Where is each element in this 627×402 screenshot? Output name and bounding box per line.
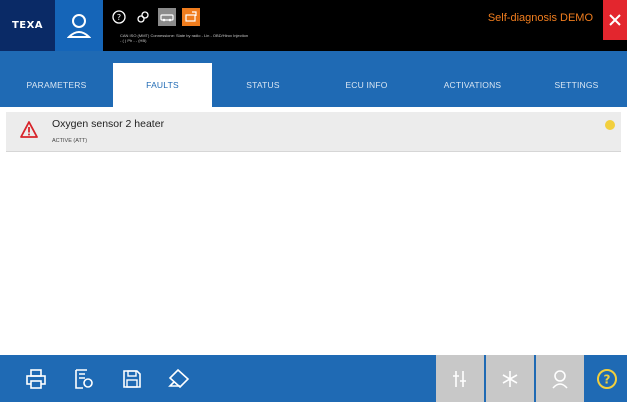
- vehicle-icon[interactable]: [158, 8, 176, 26]
- warning-triangle-icon: [20, 121, 38, 138]
- link-icon[interactable]: [134, 8, 152, 26]
- app-window: TEXA ? CAN ISO (MMT) Connessione: Slate …: [0, 0, 627, 402]
- print-icon: [26, 368, 46, 389]
- close-button[interactable]: [603, 0, 627, 40]
- fault-title: Oxygen sensor 2 heater: [52, 118, 165, 130]
- freeze-frame-button[interactable]: [486, 355, 534, 402]
- tab-status[interactable]: STATUS: [212, 63, 314, 107]
- filter-button[interactable]: [436, 355, 484, 402]
- window-title: Self-diagnosis DEMO: [487, 12, 593, 24]
- erase-button[interactable]: [157, 355, 201, 402]
- bottom-toolbar: ?: [0, 355, 627, 402]
- svg-text:?: ?: [117, 13, 121, 22]
- fault-list-item[interactable]: Oxygen sensor 2 heater ACTIVE (ATT): [6, 112, 621, 152]
- top-bar: TEXA ? CAN ISO (MMT) Connessione: Slate …: [0, 0, 627, 51]
- user-info-button[interactable]: [536, 355, 584, 402]
- user-icon: [552, 369, 568, 389]
- save-button[interactable]: [110, 355, 154, 402]
- close-icon: [609, 14, 621, 26]
- connection-info-line2: - ( ) Ph - - (HB): [120, 38, 147, 43]
- help-circle-icon[interactable]: ?: [110, 8, 128, 26]
- tab-settings[interactable]: SETTINGS: [526, 63, 627, 107]
- filter-icon: [453, 370, 466, 387]
- fault-status: ACTIVE (ATT): [52, 138, 88, 144]
- erase-icon: [168, 368, 190, 388]
- tab-label: STATUS: [246, 80, 280, 90]
- report-button[interactable]: [62, 355, 106, 402]
- print-button[interactable]: [14, 355, 58, 402]
- connection-status-icon[interactable]: [182, 8, 200, 26]
- help-button[interactable]: ?: [586, 355, 627, 402]
- tab-parameters[interactable]: PARAMETERS: [0, 63, 113, 107]
- report-icon: [75, 368, 93, 389]
- user-profile-button[interactable]: [55, 0, 103, 51]
- tab-label: ACTIVATIONS: [443, 80, 502, 90]
- user-icon: [67, 13, 91, 38]
- tab-faults[interactable]: FAULTS: [113, 63, 212, 107]
- fault-indicator: [605, 120, 615, 130]
- logo-text: TEXA: [11, 20, 44, 31]
- save-icon: [123, 369, 141, 388]
- tab-ecu-info[interactable]: ECU INFO: [314, 63, 419, 107]
- top-icons: ?: [110, 8, 200, 26]
- help-icon: ?: [596, 368, 617, 389]
- tab-label: FAULTS: [146, 80, 179, 90]
- tab-label: SETTINGS: [554, 80, 599, 90]
- tab-bar: PARAMETERS FAULTS STATUS ECU INFO ACTIVA…: [0, 51, 627, 107]
- svg-text:?: ?: [603, 372, 610, 386]
- tab-activations[interactable]: ACTIVATIONS: [419, 63, 526, 107]
- texa-logo: TEXA: [0, 0, 55, 51]
- tab-label: ECU INFO: [345, 80, 388, 90]
- connection-info: CAN ISO (MMT) Connessione: Slate by radi…: [120, 33, 310, 43]
- freeze-frame-icon: [502, 370, 518, 387]
- tab-label: PARAMETERS: [26, 80, 87, 90]
